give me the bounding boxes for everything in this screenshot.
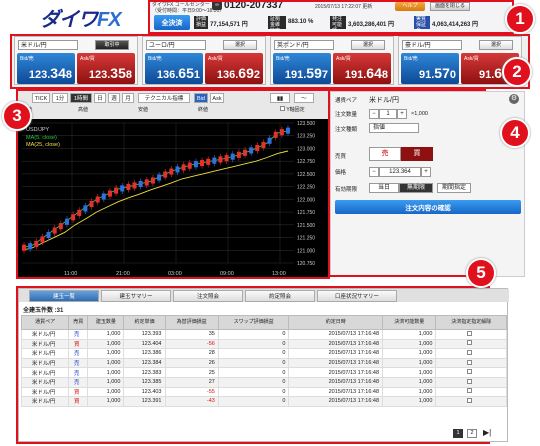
callout-3: 3 bbox=[2, 101, 32, 131]
callout-box-4 bbox=[328, 89, 486, 277]
callout-box-3 bbox=[16, 89, 330, 279]
callout-box-5 bbox=[16, 286, 490, 444]
callout-1: 1 bbox=[505, 4, 535, 34]
callout-box-2 bbox=[10, 34, 530, 89]
callout-box-1 bbox=[148, 0, 514, 34]
callout-5: 5 bbox=[466, 258, 496, 288]
daiwa-fx-logo: ダイワFX bbox=[40, 9, 122, 31]
callout-4: 4 bbox=[500, 118, 530, 148]
gear-icon[interactable]: ⚙ bbox=[509, 94, 519, 104]
callout-2: 2 bbox=[502, 57, 532, 87]
